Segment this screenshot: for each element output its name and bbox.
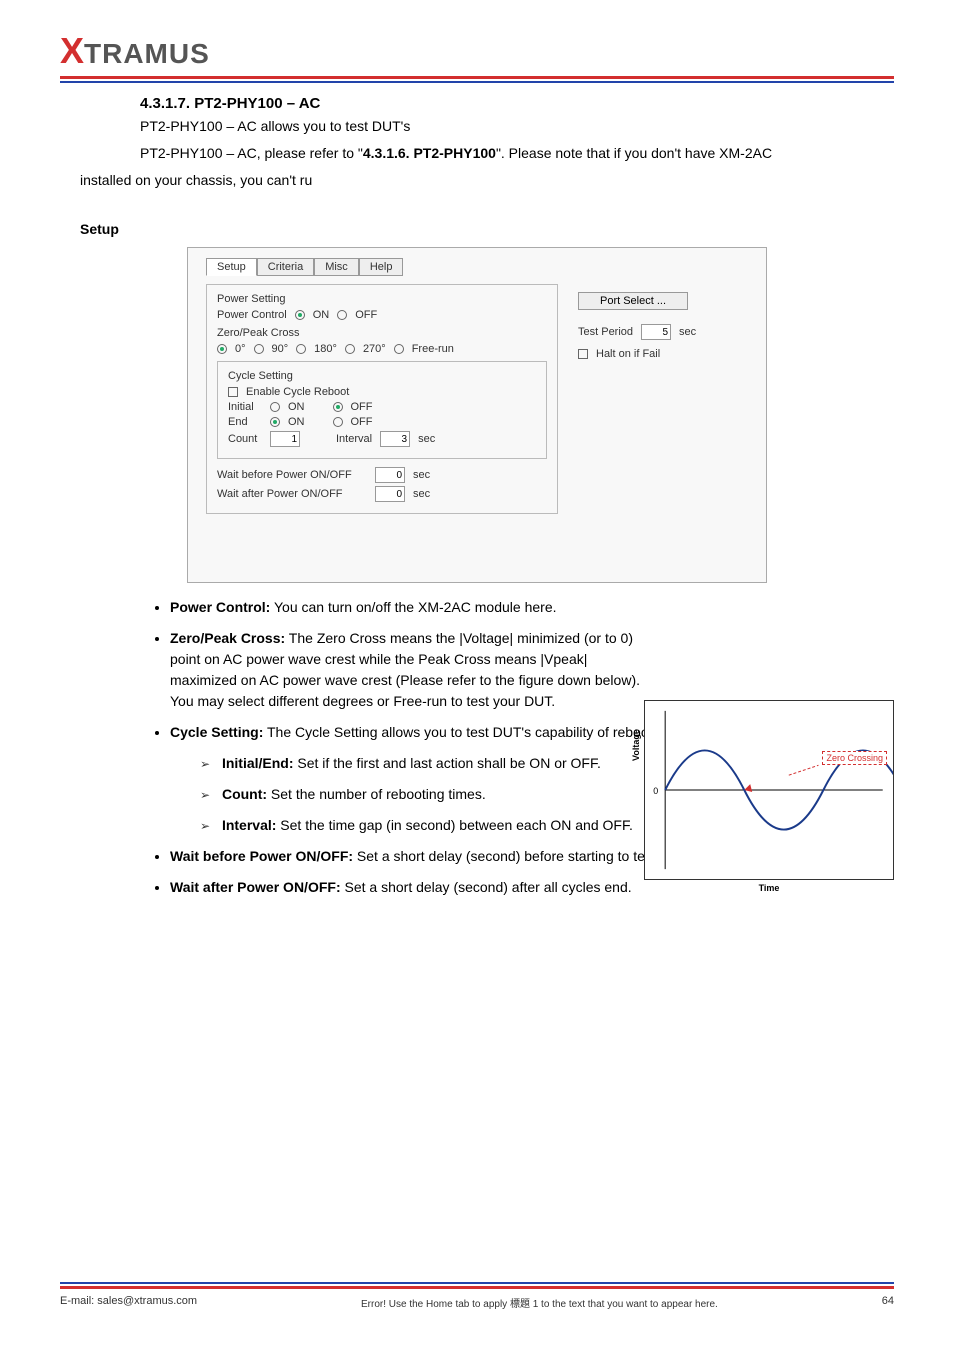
intro2-pre: PT2-PHY100 – AC, please refer to " (140, 145, 363, 161)
s2-body: Set the number of rebooting times. (267, 786, 486, 802)
count-label: Count (228, 433, 262, 445)
section-title: 4.3.1.7. PT2-PHY100 – AC (140, 95, 894, 112)
test-period-unit: sec (679, 326, 696, 338)
b1-head: Power Control: (170, 599, 270, 615)
initial-off: OFF (351, 401, 373, 413)
bullet-zero-peak: Zero/Peak Cross: The Zero Cross means th… (170, 628, 650, 712)
end-off: OFF (351, 416, 373, 428)
halt-label: Halt on if Fail (596, 348, 660, 360)
power-on-radio[interactable] (295, 310, 305, 320)
on-label: ON (313, 309, 330, 321)
enable-cycle-checkbox[interactable] (228, 387, 238, 397)
angle-270-radio[interactable] (345, 344, 355, 354)
angle-0: 0° (235, 343, 246, 355)
angle-180-radio[interactable] (296, 344, 306, 354)
end-on-radio[interactable] (270, 417, 280, 427)
power-setting-label: Power Setting (217, 293, 547, 305)
intro2-post: ". Please note that if you don't have XM… (496, 145, 772, 161)
right-column: Port Select ... Test Period sec Halt on … (578, 284, 748, 522)
end-on: ON (288, 416, 305, 428)
s2-head: Count: (222, 786, 267, 802)
end-off-radio[interactable] (333, 417, 343, 427)
angle-0-radio[interactable] (217, 344, 227, 354)
footer-left: E-mail: sales@xtramus.com (60, 1295, 197, 1310)
footer-right: 64 (882, 1295, 894, 1310)
tabs: Setup Criteria Misc Help (206, 258, 748, 276)
footer-divider-red (60, 1286, 894, 1289)
angle-90: 90° (272, 343, 289, 355)
interval-unit: sec (418, 433, 435, 445)
test-period-input[interactable] (641, 324, 671, 340)
angle-free-radio[interactable] (394, 344, 404, 354)
wait-before-unit: sec (413, 469, 430, 481)
count-input[interactable] (270, 431, 300, 447)
initial-label: Initial (228, 401, 262, 413)
test-period-label: Test Period (578, 326, 633, 338)
screenshot-container: Setup Criteria Misc Help Power Setting P… (60, 247, 894, 583)
off-label: OFF (355, 309, 377, 321)
footer: E-mail: sales@xtramus.com Error! Use the… (60, 1282, 894, 1310)
logo-x: X (60, 30, 84, 72)
power-control-label: Power Control (217, 309, 287, 321)
b4-head: Wait before Power ON/OFF: (170, 848, 353, 864)
intro-line2: PT2-PHY100 – AC, please refer to "4.3.1.… (140, 143, 894, 164)
angle-free: Free-run (412, 343, 454, 355)
bullet-power-control: Power Control: You can turn on/off the X… (170, 597, 894, 618)
cycle-setting-group: Cycle Setting Enable Cycle Reboot Initia… (217, 361, 547, 459)
b5-body: Set a short delay (second) after all cyc… (341, 879, 632, 895)
port-select-button[interactable]: Port Select ... (578, 292, 688, 310)
logo: X TRAMUS (60, 30, 894, 72)
screenshot-panel: Setup Criteria Misc Help Power Setting P… (187, 247, 767, 583)
b4-body: Set a short delay (second) before starti… (353, 848, 660, 864)
footer-divider-blue (60, 1282, 894, 1284)
wait-before-input[interactable] (375, 467, 405, 483)
intro-line1: PT2-PHY100 – AC allows you to test DUT's (140, 116, 894, 137)
s3-head: Interval: (222, 817, 276, 833)
halt-checkbox[interactable] (578, 349, 588, 359)
initial-on: ON (288, 401, 305, 413)
s1-head: Initial/End: (222, 755, 294, 771)
setup-heading: Setup (80, 221, 874, 237)
intro-line3: installed on your chassis, you can't ru (80, 170, 894, 191)
footer-center: Error! Use the Home tab to apply 標題 1 to… (361, 1295, 718, 1310)
time-axis-label: Time (645, 883, 893, 893)
b1-body: You can turn on/off the XM-2AC module he… (270, 599, 556, 615)
cycle-setting-label: Cycle Setting (228, 370, 536, 382)
interval-input[interactable] (380, 431, 410, 447)
s3-body: Set the time gap (in second) between eac… (276, 817, 632, 833)
zero-tick: 0 (653, 786, 658, 796)
tab-criteria[interactable]: Criteria (257, 258, 314, 276)
b5-head: Wait after Power ON/OFF: (170, 879, 341, 895)
end-label: End (228, 416, 262, 428)
divider-red (60, 76, 894, 79)
zero-crossing-figure: Voltage 0 Zero Crossing Time (644, 700, 894, 880)
s1-body: Set if the first and last action shall b… (294, 755, 601, 771)
initial-off-radio[interactable] (333, 402, 343, 412)
sine-wave-svg: 0 (645, 701, 893, 879)
voltage-axis-label: Voltage (631, 729, 641, 761)
b3-head: Cycle Setting: (170, 724, 263, 740)
angle-90-radio[interactable] (254, 344, 264, 354)
angle-180: 180° (314, 343, 337, 355)
zero-crossing-label: Zero Crossing (822, 751, 887, 765)
tab-setup[interactable]: Setup (206, 258, 257, 276)
interval-label: Interval (336, 433, 372, 445)
wait-after-unit: sec (413, 488, 430, 500)
b2-head: Zero/Peak Cross: (170, 630, 285, 646)
enable-cycle-label: Enable Cycle Reboot (246, 386, 349, 398)
wait-before-label: Wait before Power ON/OFF (217, 469, 367, 481)
angle-270: 270° (363, 343, 386, 355)
intro2-link: 4.3.1.6. PT2-PHY100 (363, 145, 496, 161)
tab-help[interactable]: Help (359, 258, 404, 276)
logo-rest: TRAMUS (84, 38, 210, 70)
divider-blue (60, 81, 894, 83)
power-setting-group: Power Setting Power Control ON OFF Zero/… (206, 284, 558, 514)
tab-misc[interactable]: Misc (314, 258, 359, 276)
initial-on-radio[interactable] (270, 402, 280, 412)
zero-peak-label: Zero/Peak Cross (217, 327, 547, 339)
power-off-radio[interactable] (337, 310, 347, 320)
wait-after-label: Wait after Power ON/OFF (217, 488, 367, 500)
wait-after-input[interactable] (375, 486, 405, 502)
